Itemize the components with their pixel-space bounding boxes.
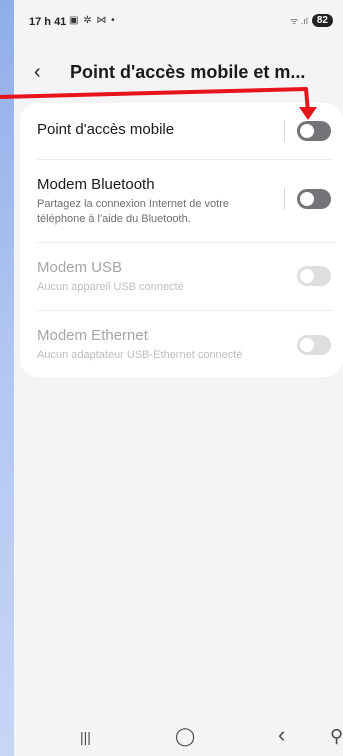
usb-tethering-toggle — [297, 266, 331, 286]
bluetooth-tethering-subtitle: Partagez la connexion Internet de votre … — [37, 198, 230, 225]
status-time: 17 h 41 — [29, 16, 67, 28]
back-arrow-icon[interactable]: ‹ — [34, 58, 58, 86]
row-separator — [284, 120, 285, 142]
recent-apps-icon[interactable]: ||| — [80, 729, 91, 745]
accessibility-icon[interactable]: ⚲ — [330, 726, 343, 747]
bluetooth-tethering-row[interactable]: Modem Bluetooth Partagez la connexion In… — [20, 160, 343, 242]
background-strip — [0, 0, 14, 756]
signal-icon: ᯤ .ıl — [290, 16, 308, 26]
bluetooth-tethering-toggle[interactable] — [297, 189, 331, 209]
battery-icon: 82 — [311, 14, 333, 27]
hotspot-title: Point d'accès mobile — [37, 121, 175, 138]
toggle-knob — [300, 338, 314, 352]
status-bar: 17 h 41 ▣ ✲ ⋈ • ᯤ .ıl 82 — [14, 0, 343, 44]
page-title: Point d'accès mobile et m... — [70, 62, 306, 82]
usb-tethering-subtitle: Aucun appareil USB connecté — [37, 281, 184, 293]
settings-card: Point d'accès mobile Modem Bluetooth Par… — [20, 103, 343, 377]
toggle-knob — [300, 124, 314, 138]
ethernet-tethering-title: Modem Ethernet — [37, 327, 148, 344]
usb-tethering-title: Modem USB — [37, 259, 123, 276]
ethernet-tethering-toggle — [297, 335, 331, 355]
usb-tethering-row: Modem USB Aucun appareil USB connecté — [20, 243, 343, 309]
navigation-bar: ||| ◯ ‹ ⚲ — [14, 720, 343, 756]
bluetooth-tethering-title: Modem Bluetooth — [37, 176, 155, 193]
hotspot-row[interactable]: Point d'accès mobile — [20, 103, 343, 159]
nav-back-icon[interactable]: ‹ — [278, 722, 285, 748]
notification-icons: ▣ ✲ ⋈ • — [69, 15, 116, 26]
home-icon[interactable]: ◯ — [175, 726, 195, 747]
toggle-knob — [300, 192, 314, 206]
ethernet-tethering-subtitle: Aucun adaptateur USB-Ethernet connecté — [37, 349, 243, 361]
hotspot-toggle[interactable] — [297, 121, 331, 141]
row-separator — [284, 188, 285, 210]
ethernet-tethering-row: Modem Ethernet Aucun adaptateur USB-Ethe… — [20, 311, 343, 377]
toggle-knob — [300, 269, 314, 283]
header: ‹ Point d'accès mobile et m... — [14, 56, 343, 92]
phone-screen: 17 h 41 ▣ ✲ ⋈ • ᯤ .ıl 82 ‹ Point d'accès… — [14, 0, 343, 756]
status-right-group: ᯤ .ıl 82 — [290, 14, 333, 27]
